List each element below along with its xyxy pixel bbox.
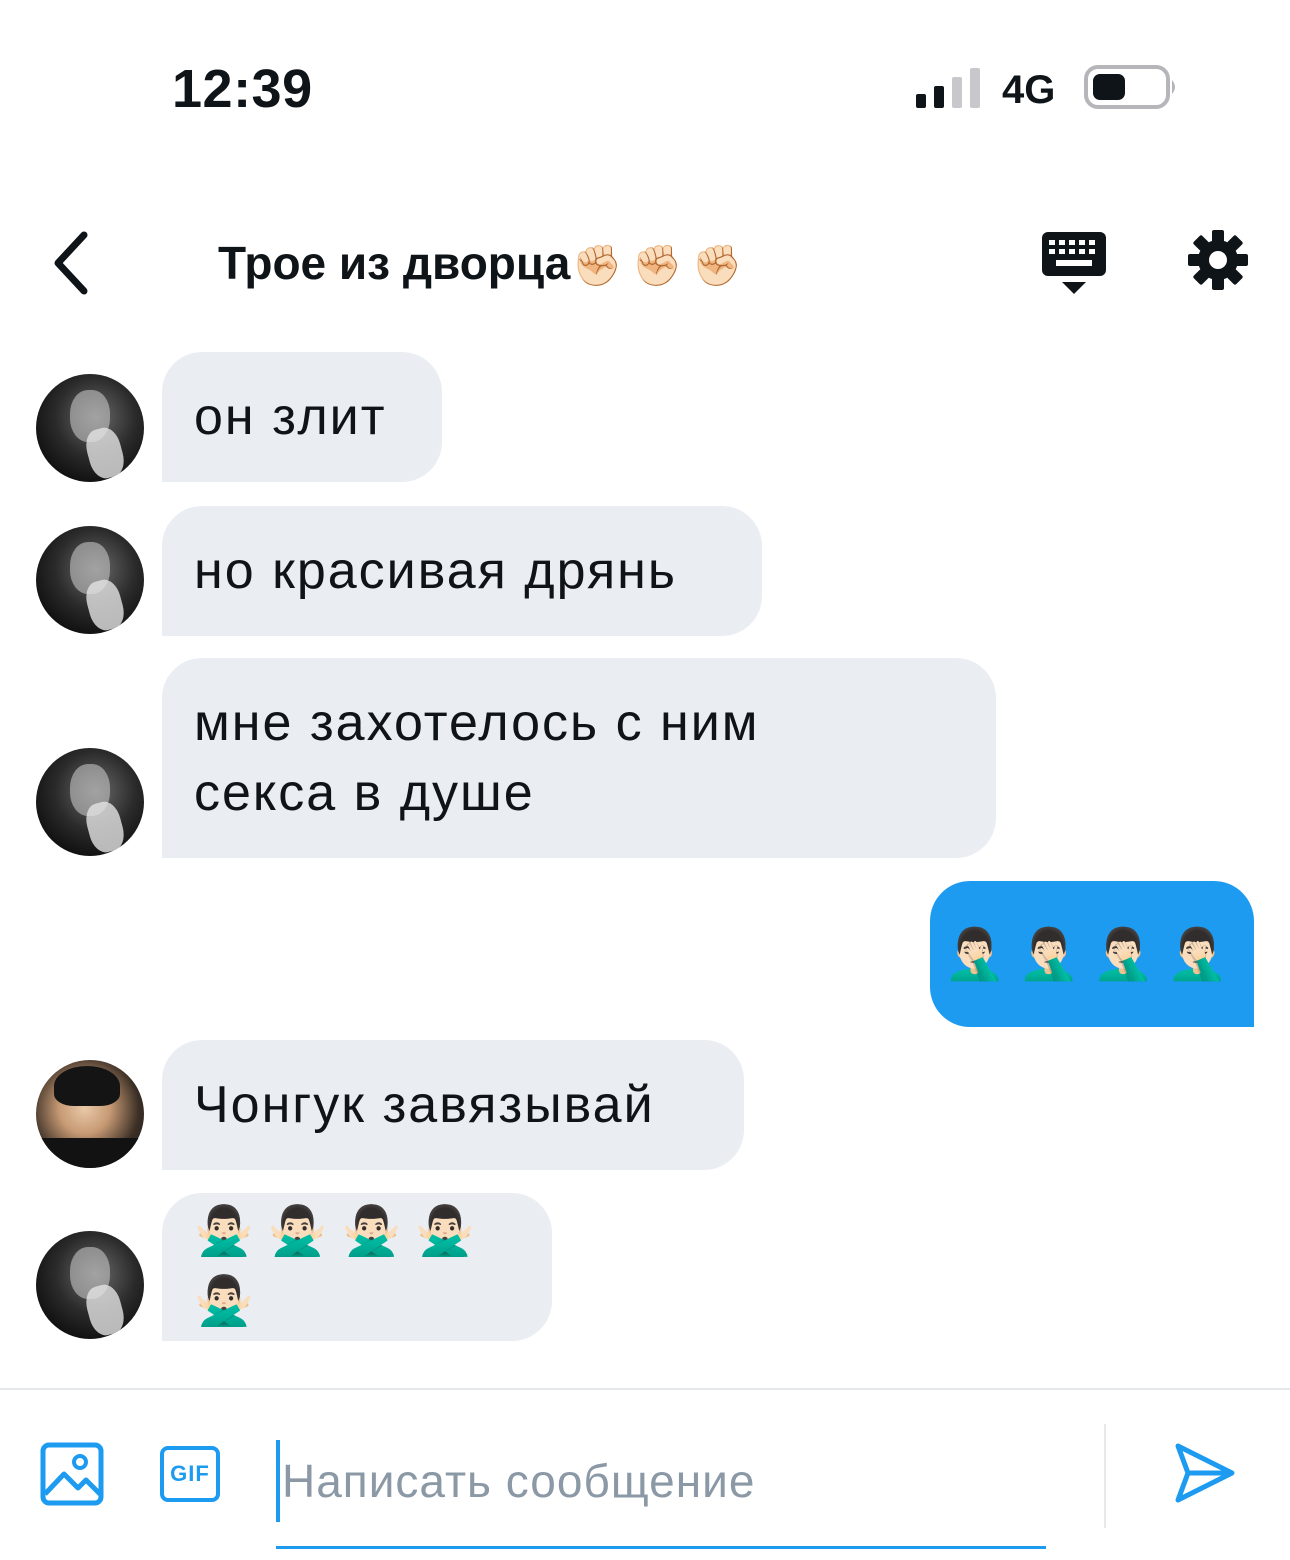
- outgoing-message-bubble[interactable]: 🤦🏻‍♂️🤦🏻‍♂️🤦🏻‍♂️🤦🏻‍♂️: [930, 881, 1254, 1027]
- keyboard-icon: [1042, 232, 1106, 294]
- input-divider: [1104, 1424, 1106, 1528]
- message-row: 🙅🏻‍♂️🙅🏻‍♂️🙅🏻‍♂️🙅🏻‍♂️🙅🏻‍♂️: [0, 1193, 1290, 1341]
- signal-strength-icon: [916, 68, 980, 108]
- network-type: 4G: [1002, 68, 1056, 112]
- chat-screen: 12:39 4G Трое из дворца✊🏻✊🏻✊🏻 он злит но…: [0, 0, 1290, 1560]
- chat-title-text: Трое из дворца: [218, 237, 571, 289]
- message-bubble[interactable]: 🙅🏻‍♂️🙅🏻‍♂️🙅🏻‍♂️🙅🏻‍♂️🙅🏻‍♂️: [162, 1193, 552, 1341]
- message-row: Чонгук завязывай: [0, 1040, 1290, 1170]
- avatar[interactable]: [36, 526, 144, 634]
- battery-icon: [1084, 65, 1175, 109]
- message-bubble[interactable]: Чонгук завязывай: [162, 1040, 744, 1170]
- avatar[interactable]: [36, 1231, 144, 1339]
- message-row: мне захотелось с ним секса в душе: [0, 658, 1290, 858]
- gif-button[interactable]: GIF: [160, 1446, 220, 1502]
- chat-title-emoji: ✊🏻✊🏻✊🏻: [572, 244, 752, 288]
- send-icon: [1175, 1443, 1235, 1503]
- avatar[interactable]: [36, 748, 144, 856]
- gif-label: GIF: [170, 1461, 210, 1486]
- message-row: но красивая дрянь: [0, 506, 1290, 636]
- avatar[interactable]: [36, 1060, 144, 1168]
- message-bubble[interactable]: он злит: [162, 352, 442, 482]
- image-icon: [40, 1442, 104, 1506]
- chat-title[interactable]: Трое из дворца✊🏻✊🏻✊🏻: [218, 236, 752, 290]
- status-time: 12:39: [172, 59, 313, 119]
- keyboard-button[interactable]: [1040, 230, 1108, 296]
- avatar[interactable]: [36, 374, 144, 482]
- settings-button[interactable]: [1186, 228, 1250, 292]
- send-button[interactable]: [1172, 1440, 1238, 1506]
- input-underline: [276, 1546, 1046, 1549]
- composer-divider: [0, 1388, 1290, 1390]
- message-bubble[interactable]: мне захотелось с ним секса в душе: [162, 658, 996, 858]
- chevron-left-icon: [54, 231, 88, 295]
- gear-icon: [1188, 230, 1248, 290]
- message-bubble[interactable]: но красивая дрянь: [162, 506, 762, 636]
- message-input[interactable]: [276, 1440, 1054, 1522]
- add-image-button[interactable]: [40, 1442, 104, 1506]
- back-button[interactable]: [40, 228, 100, 298]
- message-row: он злит: [0, 352, 1290, 482]
